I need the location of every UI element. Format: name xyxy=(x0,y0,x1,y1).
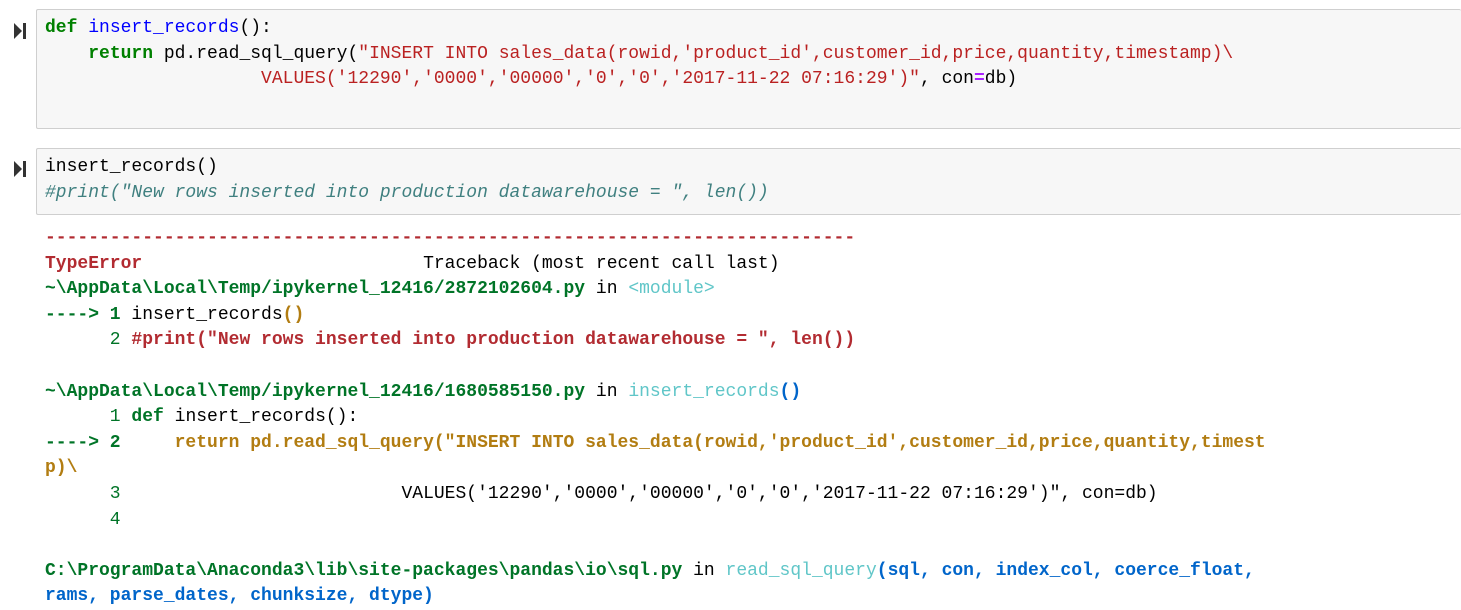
frame-2-header: ~\AppData\Local\Temp/ipykernel_12416/168… xyxy=(45,381,802,402)
code-cell-2[interactable]: insert_records() #print("New rows insert… xyxy=(36,148,1461,215)
frame-1-header: ~\AppData\Local\Temp/ipykernel_12416/287… xyxy=(45,279,715,300)
error-type: TypeError xyxy=(45,253,143,274)
frame-1-line-1: ----> 1 insert_records() xyxy=(45,304,305,325)
frame-2-line-3: 3 VALUES('12290','0000','00000','0','0',… xyxy=(45,483,1158,504)
run-cell-1-icon[interactable] xyxy=(13,22,27,40)
frame-2-line-2: ----> 2 return pd.read_sql_query("INSERT… xyxy=(45,432,1266,453)
cell-output-traceback: ----------------------------------------… xyxy=(36,226,1461,610)
frame-3-args-wrap: rams, parse_dates, chunksize, dtype) xyxy=(45,586,434,607)
frame-2-line-2-wrap: p)\ xyxy=(45,458,78,479)
traceback-header: TypeError Traceback (most recent call la… xyxy=(45,253,780,274)
frame-2-line-4: 4 xyxy=(45,509,121,530)
code-line: return pd.read_sql_query("INSERT INTO sa… xyxy=(88,43,1234,64)
traceback-separator: ----------------------------------------… xyxy=(45,228,856,248)
code-line: def insert_records(): xyxy=(45,18,272,38)
run-cell-2-icon[interactable] xyxy=(13,160,27,178)
code-cell-1[interactable]: def insert_records(): return pd.read_sql… xyxy=(36,9,1461,129)
code-comment: #print("New rows inserted into productio… xyxy=(45,182,769,203)
code-line: insert_records() xyxy=(45,157,218,177)
frame-1-line-2: 2 #print("New rows inserted into product… xyxy=(45,330,856,351)
frame-3-header: C:\ProgramData\Anaconda3\lib\site-packag… xyxy=(45,560,1255,581)
code-line: VALUES('12290','0000','00000','0','0','2… xyxy=(261,69,1018,90)
frame-2-line-1: 1 def insert_records(): xyxy=(45,407,359,428)
